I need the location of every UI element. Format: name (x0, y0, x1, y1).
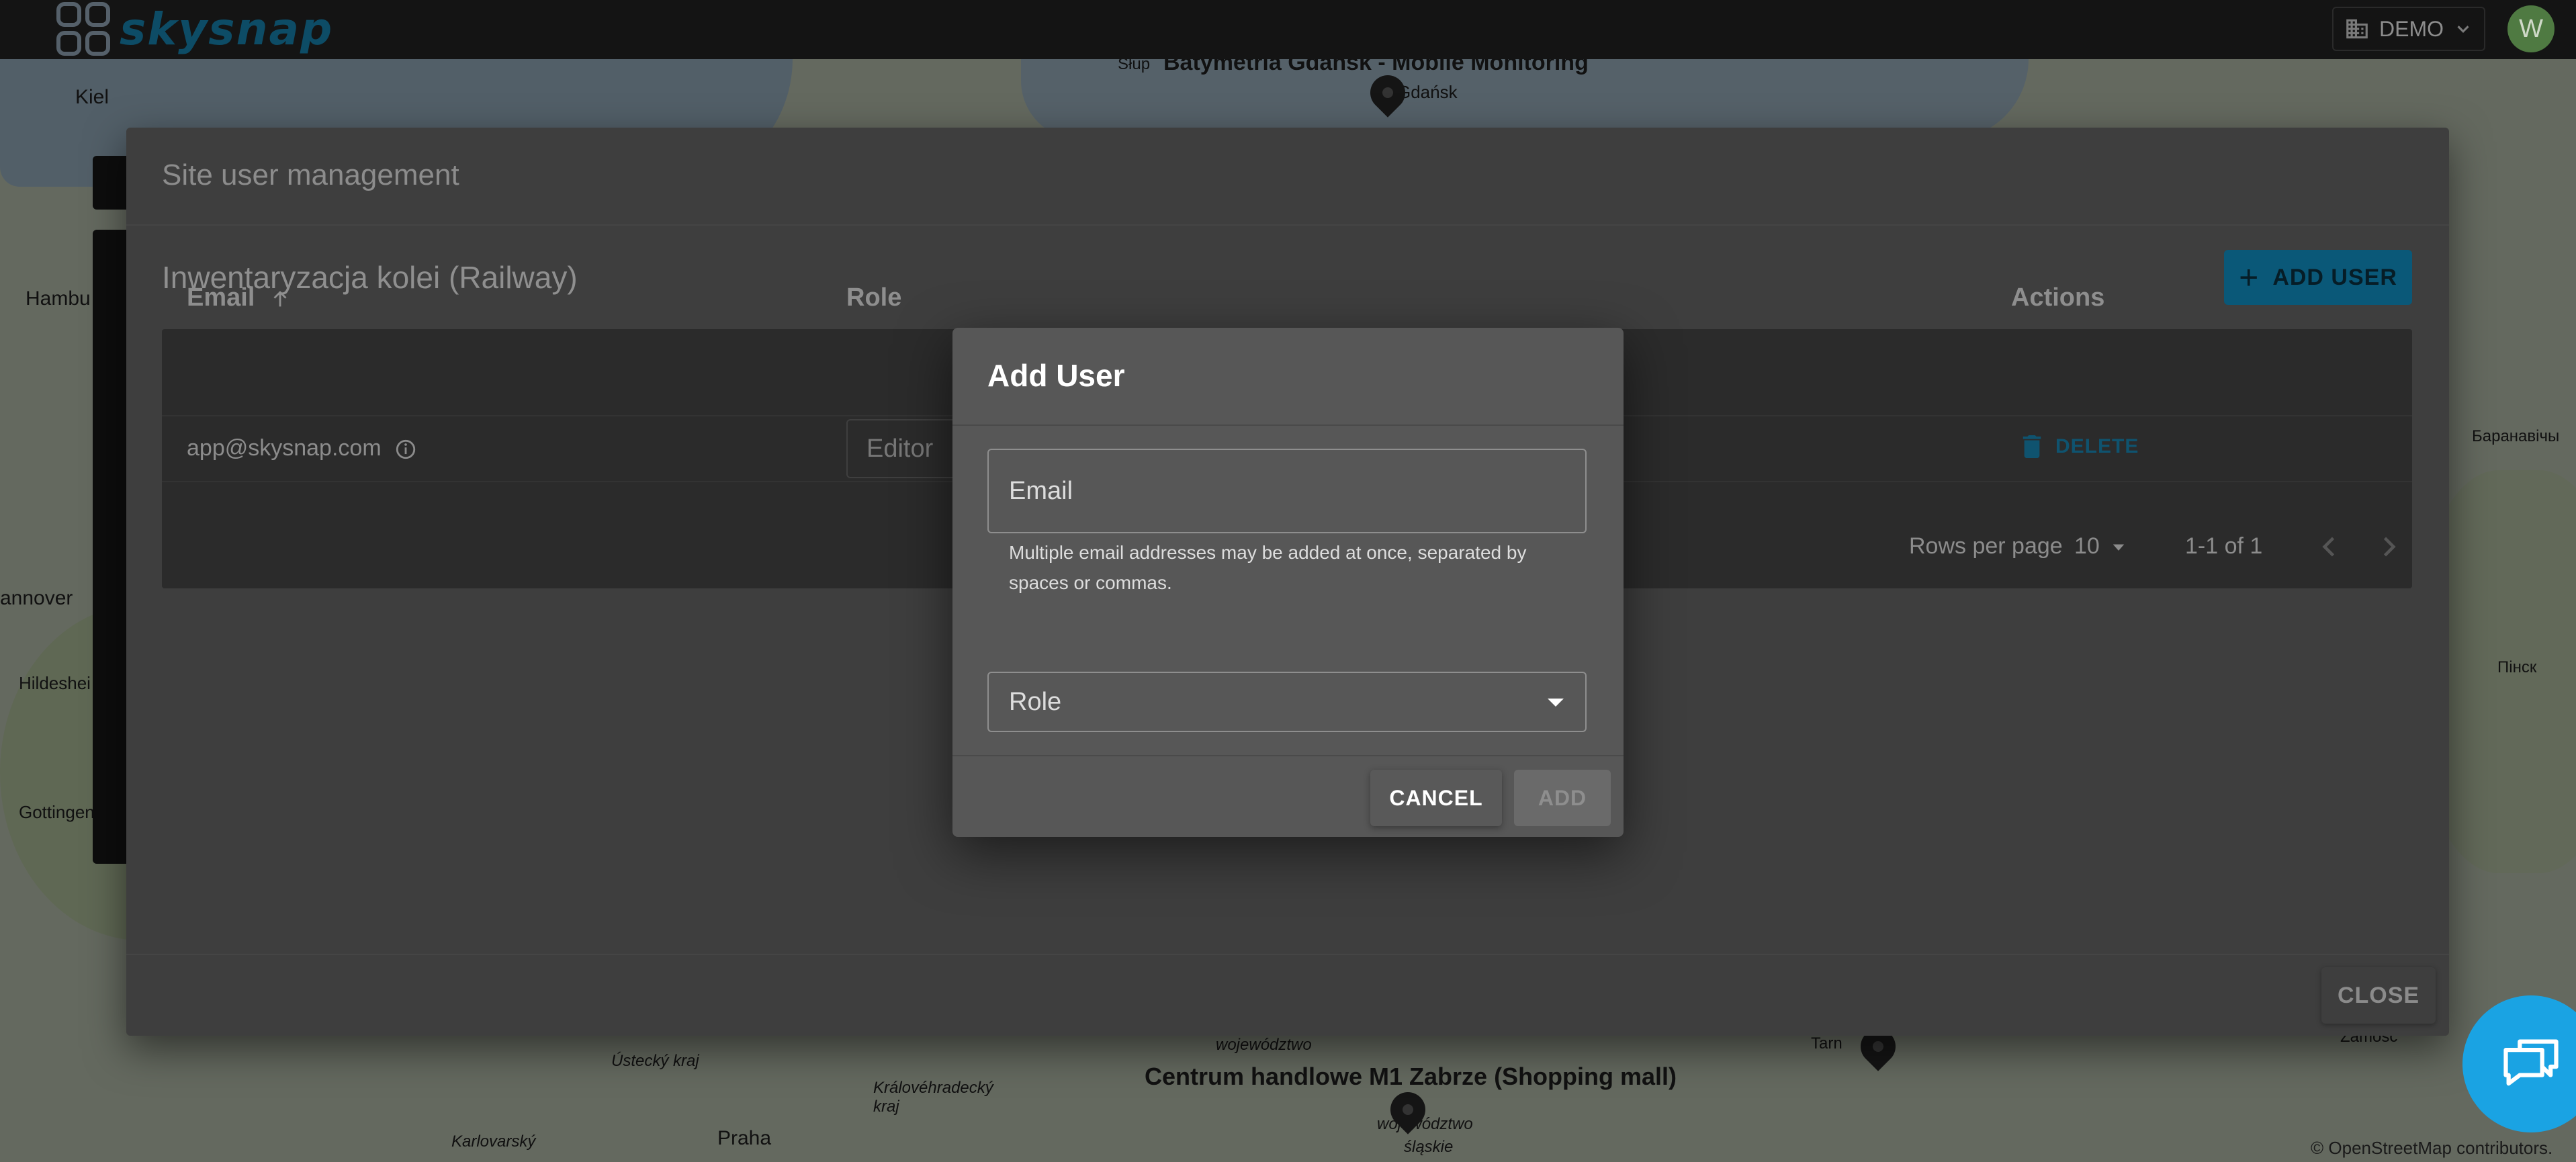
divider (126, 954, 2449, 955)
rows-per-page-value: 10 (2074, 533, 2100, 559)
role-select[interactable]: Role (987, 672, 1587, 732)
add-user-button[interactable]: + ADD USER (2224, 250, 2412, 305)
rows-per-page-select[interactable]: 10 (2074, 533, 2128, 560)
column-header-role[interactable]: Role (846, 283, 901, 312)
sidebar-toggle (93, 156, 126, 210)
info-icon[interactable] (394, 438, 417, 461)
cancel-button[interactable]: CANCEL (1370, 770, 1502, 826)
top-app-bar: skysnap DEMO W (0, 0, 2576, 59)
logo-icon (56, 2, 110, 56)
user-avatar[interactable]: W (2507, 5, 2555, 52)
delete-user-button[interactable]: DELETE (2022, 435, 2139, 458)
plus-icon: + (2239, 259, 2260, 296)
sidebar-panel (93, 230, 126, 864)
map-attribution[interactable]: © OpenStreetMap contributors. (2311, 1138, 2552, 1159)
chevron-down-icon (2457, 26, 2469, 33)
column-header-email[interactable]: Email (187, 283, 292, 312)
caret-down-icon (1548, 699, 1564, 707)
column-header-actions: Actions (2011, 283, 2105, 312)
next-page-icon[interactable] (2374, 532, 2403, 562)
table-row: app@skysnap.com (187, 435, 417, 461)
column-header-label: Email (187, 283, 255, 312)
pagination-range: 1-1 of 1 (2185, 533, 2263, 559)
workspace-selector[interactable]: DEMO (2332, 7, 2485, 51)
logo-text: skysnap (120, 3, 334, 55)
divider (126, 224, 2449, 226)
user-email: app@skysnap.com (187, 435, 382, 461)
trash-icon (2023, 435, 2041, 458)
caret-down-icon (2113, 544, 2124, 551)
sort-arrow-up-icon (273, 291, 287, 307)
chat-icon (2503, 1039, 2559, 1086)
divider (952, 755, 1624, 756)
add-user-label: ADD USER (2272, 264, 2397, 290)
dialog-title: Add User (987, 358, 1125, 393)
add-button[interactable]: ADD (1514, 770, 1611, 826)
dialog-title: Site user management (162, 159, 459, 191)
workspace-name: DEMO (2379, 16, 2444, 41)
previous-page-icon[interactable] (2315, 532, 2344, 562)
delete-label: DELETE (2055, 435, 2139, 457)
role-placeholder: Role (1009, 687, 1062, 716)
email-field[interactable]: Email (987, 449, 1587, 533)
app-logo[interactable]: skysnap (56, 1, 333, 56)
divider (952, 424, 1624, 426)
add-user-dialog: Add User Email Multiple email addresses … (952, 328, 1624, 837)
rows-per-page-label: Rows per page (1909, 533, 2063, 559)
close-button[interactable]: CLOSE (2321, 967, 2436, 1024)
email-helper-text: Multiple email addresses may be added at… (1009, 542, 1527, 593)
building-icon (2346, 19, 2368, 39)
